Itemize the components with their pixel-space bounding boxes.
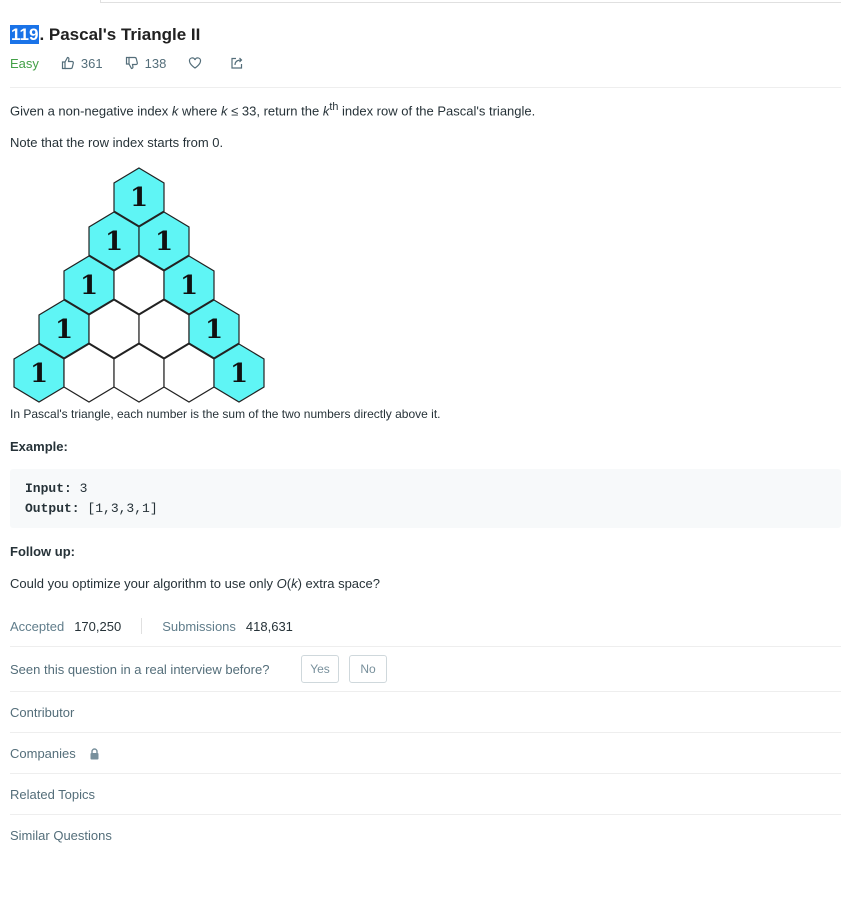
- accepted-value: 170,250: [74, 618, 122, 634]
- stats-divider: [141, 618, 143, 634]
- lock-icon: [90, 748, 99, 760]
- companies-divider: [10, 773, 841, 774]
- example-heading: Example:: [10, 439, 68, 454]
- interview-yes-button[interactable]: Yes: [301, 655, 339, 683]
- problem-number: 119: [10, 25, 40, 44]
- example-code-block: Input: 3 Output: [1,3,3,1]: [10, 469, 841, 528]
- example-output-line: Output: [1,3,3,1]: [25, 501, 158, 516]
- like-count: 361: [80, 55, 103, 71]
- dislike-button[interactable]: 138: [125, 55, 167, 71]
- description-paragraph-2: Note that the row index starts from 0.: [10, 135, 224, 150]
- triangle-value-r4-c4: 1: [230, 359, 248, 389]
- header-divider: [10, 87, 841, 88]
- desc-text-b: where: [178, 103, 222, 119]
- triangle-value-r0-c0: 1: [130, 183, 148, 213]
- similar-questions-section[interactable]: Similar Questions: [10, 828, 112, 843]
- desc-text-c: ≤ 33, return the: [227, 103, 323, 119]
- contributor-section[interactable]: Contributor: [10, 705, 74, 720]
- thumbs-down-icon: [125, 56, 138, 70]
- pascal-triangle-figure: 11 11 11 11 1: [13, 167, 265, 403]
- example-output-value: [1,3,3,1]: [79, 501, 158, 516]
- favorite-button[interactable]: [188, 56, 208, 70]
- problem-meta: Easy 361 138: [10, 53, 272, 73]
- example-input-line: Input: 3: [25, 481, 87, 496]
- followup-var-o: O: [276, 576, 287, 591]
- example-input-value: 3: [71, 481, 88, 496]
- figure-caption: In Pascal's triangle, each number is the…: [10, 407, 441, 421]
- followup-text-b: ) extra space?: [297, 576, 380, 591]
- triangle-value-r3-c0: 1: [55, 315, 73, 345]
- followup-text: Could you optimize your algorithm to use…: [10, 576, 380, 591]
- related-topics-section[interactable]: Related Topics: [10, 787, 95, 802]
- related-topics-divider: [10, 814, 841, 815]
- heart-icon: [189, 57, 202, 69]
- example-input-label: Input:: [25, 481, 72, 496]
- companies-section[interactable]: Companies: [10, 746, 76, 761]
- example-output-label: Output:: [25, 501, 80, 516]
- share-button[interactable]: [230, 56, 250, 70]
- submissions-value: 418,631: [245, 618, 293, 634]
- like-button[interactable]: 361: [61, 56, 103, 71]
- triangle-value-r4-c0: 1: [30, 359, 48, 389]
- submissions-label: Submissions: [162, 618, 236, 634]
- stats-divider-line: [10, 646, 841, 647]
- difficulty-badge: Easy: [10, 55, 39, 71]
- triangle-value-r1-c0: 1: [105, 227, 123, 257]
- triangle-value-r3-c3: 1: [205, 315, 223, 345]
- description-paragraph-1: Given a non-negative index k where k ≤ 3…: [10, 101, 535, 118]
- triangle-value-r2-c2: 1: [180, 271, 198, 301]
- interview-divider: [10, 691, 841, 692]
- triangle-value-r1-c1: 1: [155, 227, 173, 257]
- interview-question: Seen this question in a real interview b…: [10, 662, 270, 677]
- submission-stats: Accepted 170,250 Submissions 418,631: [10, 618, 293, 634]
- accepted-label: Accepted: [10, 618, 65, 634]
- share-icon: [231, 57, 243, 69]
- top-divider: [100, 0, 841, 3]
- triangle-value-r2-c0: 1: [80, 271, 98, 301]
- contributor-divider: [10, 732, 841, 733]
- interview-no-button[interactable]: No: [349, 655, 387, 683]
- desc-text-a: Given a non-negative index: [10, 103, 172, 119]
- problem-title: 119. Pascal's Triangle II: [10, 24, 200, 46]
- followup-heading: Follow up:: [10, 544, 75, 559]
- desc-text-d: index row of the Pascal's triangle.: [338, 103, 536, 119]
- dislike-count: 138: [144, 55, 167, 71]
- problem-title-text: . Pascal's Triangle II: [39, 25, 201, 44]
- thumbs-up-icon: [61, 56, 74, 70]
- followup-text-a: Could you optimize your algorithm to use…: [10, 576, 277, 591]
